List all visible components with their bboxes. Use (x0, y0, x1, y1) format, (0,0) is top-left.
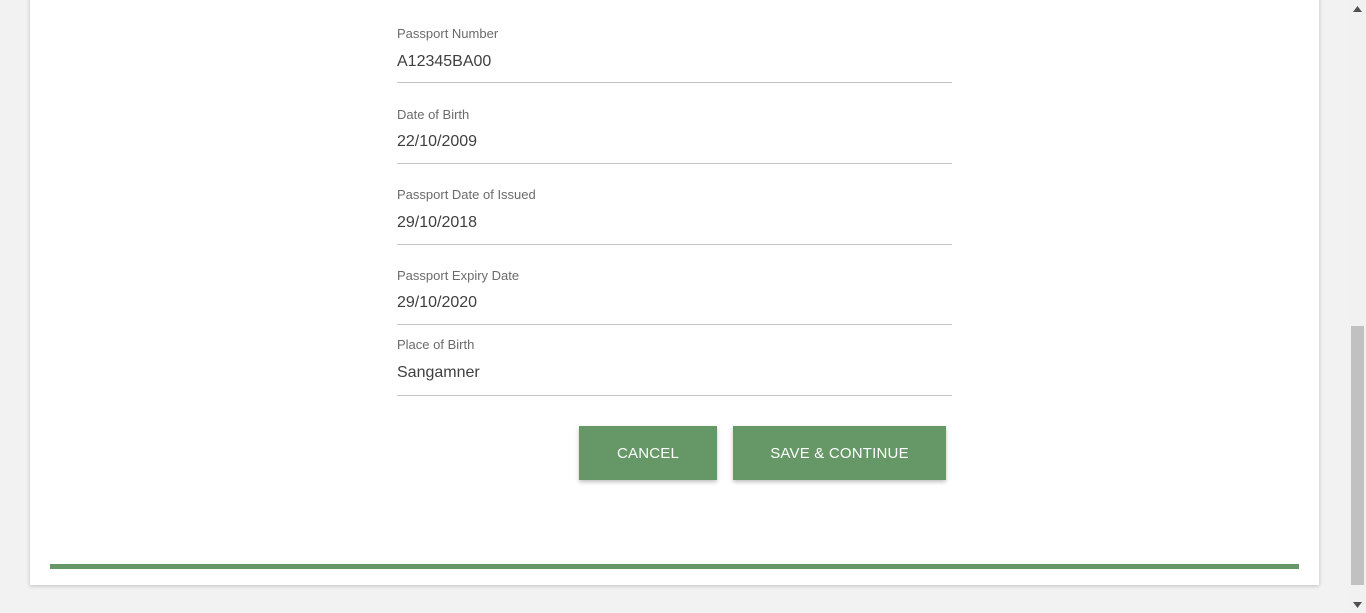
triangle-down-icon[interactable] (1349, 596, 1366, 613)
place-of-birth-field[interactable]: Place of Birth Sangamner (397, 336, 952, 396)
passport-expiry-date-label: Passport Expiry Date (397, 268, 520, 283)
form-card: Passport Number A12345BA00 Date of Birth… (30, 0, 1319, 585)
vertical-scrollbar[interactable] (1349, 0, 1366, 613)
cancel-button[interactable]: CANCEL (579, 426, 717, 480)
place-of-birth-label: Place of Birth (397, 337, 475, 352)
passport-number-label: Passport Number (397, 26, 499, 41)
date-of-birth-field[interactable]: Date of Birth 22/10/2009 (397, 97, 952, 164)
passport-number-value[interactable]: A12345BA00 (397, 53, 491, 71)
passport-expiry-date-value[interactable]: 29/10/2020 (397, 294, 477, 312)
passport-number-field[interactable]: Passport Number A12345BA00 (397, 16, 952, 83)
save-and-continue-button[interactable]: SAVE & CONTINUE (733, 426, 946, 480)
passport-issue-date-value[interactable]: 29/10/2018 (397, 214, 477, 232)
passport-expiry-date-field[interactable]: Passport Expiry Date 29/10/2020 (397, 259, 952, 325)
triangle-up-icon[interactable] (1349, 0, 1366, 17)
passport-issue-date-label: Passport Date of Issued (397, 187, 536, 202)
date-of-birth-value[interactable]: 22/10/2009 (397, 133, 477, 151)
page: Passport Number A12345BA00 Date of Birth… (0, 0, 1366, 613)
date-of-birth-label: Date of Birth (397, 107, 470, 122)
footer-accent-bar (50, 564, 1299, 569)
place-of-birth-value[interactable]: Sangamner (397, 364, 480, 382)
passport-issue-date-field[interactable]: Passport Date of Issued 29/10/2018 (397, 178, 952, 245)
scrollbar-thumb[interactable] (1351, 326, 1364, 585)
